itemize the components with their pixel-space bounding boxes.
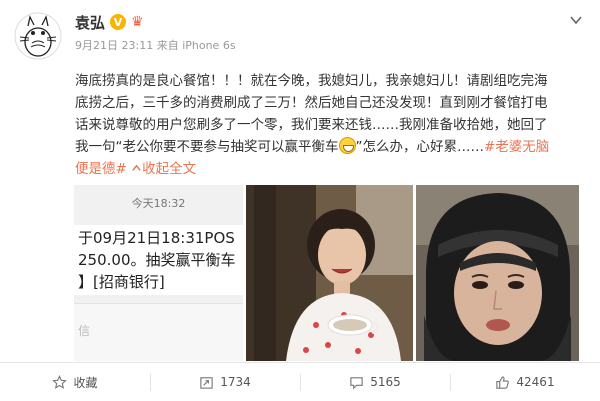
helmet-face-illustration — [416, 185, 579, 361]
post-meta: 9月21日 23:11 来自 iPhone 6s — [75, 37, 236, 53]
collapse-text-label: 收起全文 — [142, 161, 197, 177]
repost-button[interactable]: 1734 — [150, 363, 300, 401]
post-line: 话来说尊敬的用户您刷多了一个零，我们要来还钱……我刚准备收拾她，她回了 — [75, 117, 548, 133]
woman-with-cup-photo[interactable] — [246, 185, 413, 361]
like-button[interactable]: 42461 — [450, 363, 600, 401]
action-bar: 收藏 1734 5165 42461 — [0, 362, 600, 401]
collapse-arrow-icon — [132, 164, 141, 171]
vip-crown-icon: ♛ — [131, 14, 144, 30]
favorite-label: 收藏 — [73, 375, 98, 390]
helmet-face-photo[interactable] — [416, 185, 579, 361]
hashtag-link[interactable]: #老婆无脑 — [484, 139, 549, 155]
sms-line: 于09月21日18:31POS — [78, 229, 235, 247]
repost-count: 1734 — [220, 375, 251, 389]
user-name[interactable]: 袁弘 — [75, 12, 105, 33]
sms-screenshot-image[interactable]: 今天18:32 于09月21日18:31POS 250.00。抽奖赢平衡车 】[… — [74, 185, 243, 361]
name-row: 袁弘 V ♛ — [75, 10, 144, 34]
repost-icon — [200, 376, 213, 389]
collapse-text-link[interactable]: 收起全文 — [131, 161, 196, 177]
post-text: 海底捞真的是良心餐馆！！！就在今晚，我媳妇儿，我亲媳妇儿！请剧组吃完海 底捞之后… — [75, 70, 587, 180]
sms-input-bar: 信 — [74, 303, 243, 361]
post-line-segment: 我一句“老公你要不要参与抽奖可以赢平衡车 — [75, 139, 339, 155]
post-date[interactable]: 9月21日 23:11 — [75, 39, 153, 52]
verified-icon: V — [110, 14, 127, 30]
post-header: 袁弘 V ♛ 9月21日 23:11 来自 iPhone 6s — [0, 0, 600, 62]
woman-with-cup-illustration — [246, 185, 413, 361]
favorite-button[interactable]: 收藏 — [0, 363, 150, 401]
hashtag-link[interactable]: 便是德# — [75, 161, 127, 177]
totoro-avatar-icon — [14, 12, 62, 60]
post-line: 我一句“老公你要不要参与抽奖可以赢平衡车 ”怎么办，心好累……#老婆无脑 — [75, 136, 587, 158]
sms-line: 250.00。抽奖赢平衡车 — [78, 251, 236, 269]
grinning-emoji-icon — [338, 137, 356, 154]
like-count: 42461 — [516, 375, 555, 389]
chevron-down-icon[interactable] — [568, 12, 584, 28]
comment-icon — [350, 376, 363, 389]
sms-line: 】[招商银行] — [78, 273, 165, 291]
post-line: 便是德# 收起全文 — [75, 158, 587, 180]
sms-bubble: 于09月21日18:31POS 250.00。抽奖赢平衡车 】[招商银行] — [74, 225, 243, 295]
thumbs-up-icon — [496, 375, 510, 389]
avatar[interactable] — [14, 12, 62, 60]
image-grid: 今天18:32 于09月21日18:31POS 250.00。抽奖赢平衡车 】[… — [74, 185, 579, 361]
sms-time: 今天18:32 — [131, 197, 186, 210]
comment-count: 5165 — [370, 375, 401, 389]
post-line-segment: ”怎么办，心好累…… — [355, 139, 485, 155]
star-icon — [52, 374, 68, 389]
post-line: 海底捞真的是良心餐馆！！！就在今晚，我媳妇儿，我亲媳妇儿！请剧组吃完海 — [75, 73, 548, 89]
post-line: 底捞之后，三千多的消费刷成了三万！然后她自己还没发现！直到刚才餐馆打电 — [75, 95, 548, 111]
post-source: 来自 iPhone 6s — [156, 39, 236, 52]
sms-input-hint: 信 — [78, 324, 91, 338]
comment-button[interactable]: 5165 — [300, 363, 450, 401]
